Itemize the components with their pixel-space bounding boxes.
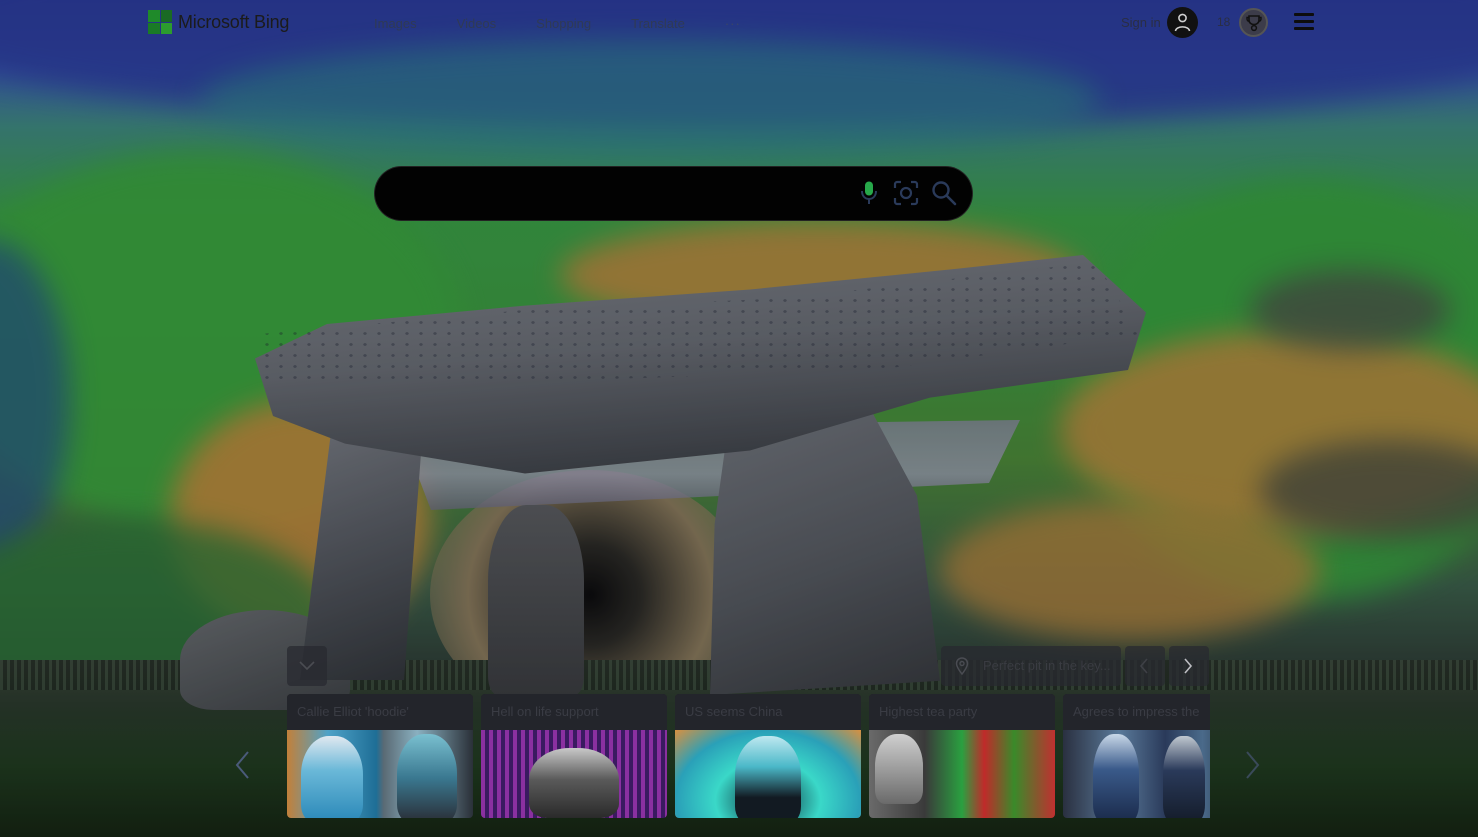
search-input[interactable] [395,179,859,209]
chevron-down-icon [299,661,315,671]
nav-more-button[interactable]: ··· [725,16,741,31]
person-figure [301,736,363,818]
news-card[interactable]: Agrees to impress the [1063,694,1210,818]
rewards-trophy-icon[interactable] [1239,8,1268,37]
news-card-image [287,730,473,818]
person-figure [1093,734,1139,818]
news-card-image [481,730,667,818]
location-pin-icon [955,657,969,675]
search-icon[interactable] [931,180,957,211]
nav-links: Images Videos Shopping Translate ··· [374,16,781,31]
news-carousel: Callie Elliot 'hoodie' Hell on life supp… [287,694,1210,818]
nav-link-images[interactable]: Images [374,16,417,31]
nav-link-translate[interactable]: Translate [631,16,685,31]
rewards-points[interactable]: 18 [1217,15,1230,29]
news-card[interactable]: Hell on life support [481,694,667,818]
sky-teal-band [200,40,1100,160]
microphone-icon[interactable] [859,180,879,211]
news-card-title: Agrees to impress the [1063,694,1210,730]
chevron-left-icon [235,751,249,779]
hamburger-menu-icon[interactable] [1294,13,1314,31]
person-figure [397,734,457,818]
person-figure [529,748,619,818]
news-card[interactable]: Highest tea party [869,694,1055,818]
nav-link-shopping[interactable]: Shopping [536,16,591,31]
person-figure [875,734,923,804]
news-card-title: Hell on life support [481,694,667,730]
top-navigation: Microsoft Bing Images Videos Shopping Tr… [0,0,1478,46]
next-image-button[interactable] [1169,646,1209,686]
news-card-title: Callie Elliot 'hoodie' [287,694,473,730]
news-card-title: Highest tea party [869,694,1055,730]
chevron-right-icon [1184,658,1193,674]
person-figure [1163,736,1205,818]
news-card-image [1063,730,1210,818]
carousel-previous-button[interactable] [234,750,250,785]
previous-image-button[interactable] [1125,646,1165,686]
news-card-image [675,730,861,818]
bing-logo[interactable]: Microsoft Bing [148,10,289,34]
sign-in-link[interactable]: Sign in [1121,15,1161,30]
news-card[interactable]: US seems China [675,694,861,818]
search-box [375,167,972,220]
chevron-right-icon [1246,751,1260,779]
image-location-text: Perfect pit in the key... [983,658,1111,673]
nav-link-videos[interactable]: Videos [457,16,497,31]
news-card-title: US seems China [675,694,861,730]
person-figure [735,736,801,818]
collapse-feed-button[interactable] [287,646,327,686]
news-card[interactable]: Callie Elliot 'hoodie' [287,694,473,818]
visual-search-icon[interactable] [893,180,919,211]
cloud-gray-right-upper [1250,270,1450,350]
chevron-left-icon [1139,658,1148,674]
carousel-next-button[interactable] [1245,750,1261,785]
cloud-orange-lower [940,500,1320,640]
user-avatar-icon[interactable] [1167,7,1198,38]
news-card-image [869,730,1055,818]
bing-logo-icon [148,10,172,34]
brand-name: Microsoft Bing [178,11,290,32]
dolmen-center-stone [488,505,584,695]
bing-homepage: Microsoft Bing Images Videos Shopping Tr… [0,0,1478,837]
image-location-button[interactable]: Perfect pit in the key... [941,646,1121,686]
